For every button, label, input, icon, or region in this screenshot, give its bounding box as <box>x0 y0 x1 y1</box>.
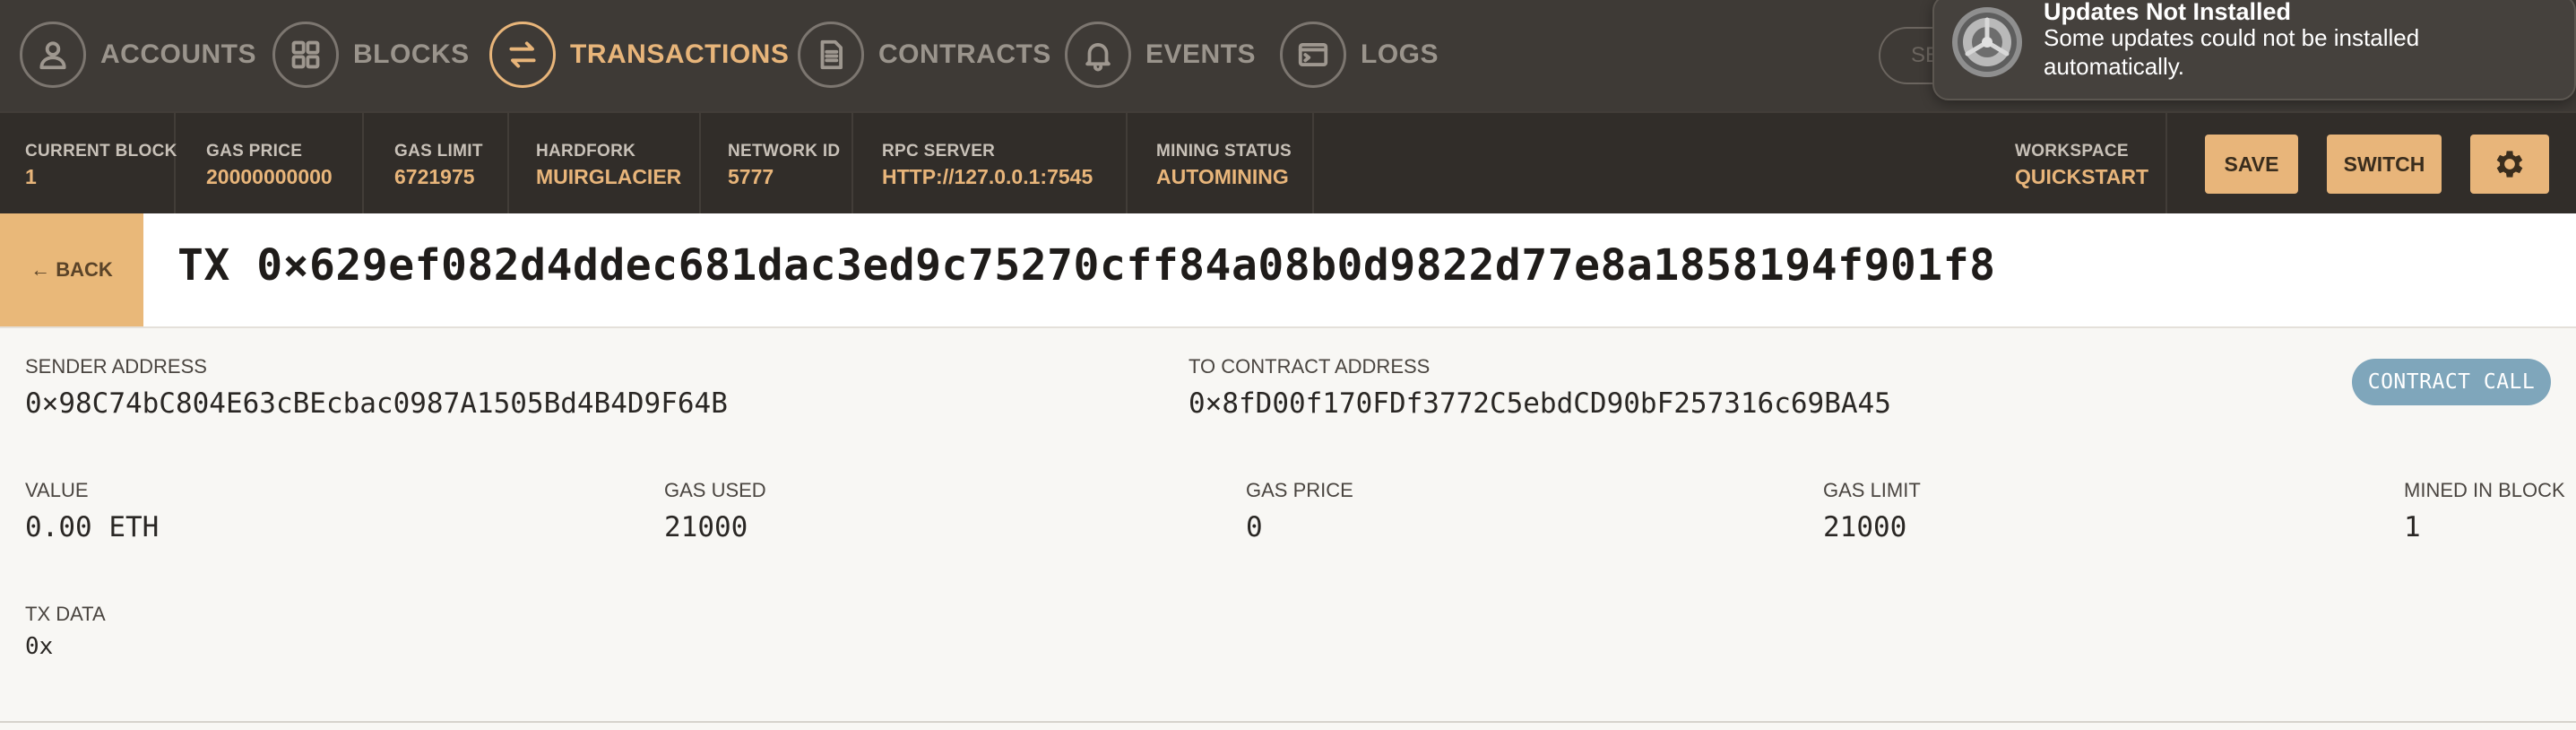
gas-limit-value: 21000 <box>1823 511 1907 543</box>
person-icon <box>20 22 86 88</box>
page-title: TX 0×629ef082d4ddec681dac3ed9c75270cff84… <box>177 240 1996 291</box>
settings-button[interactable] <box>2470 135 2549 194</box>
system-preferences-gear-icon <box>1952 7 2022 77</box>
transaction-title-bar: ← BACK TX 0×629ef082d4ddec681dac3ed9c752… <box>0 213 2576 328</box>
stat-label: WORKSPACE <box>2015 142 2129 161</box>
gas-price-label: GAS PRICE <box>1246 479 1353 501</box>
bell-icon <box>1065 22 1131 88</box>
value-label: VALUE <box>25 479 89 501</box>
stat-value: QUICKSTART <box>2015 165 2149 188</box>
save-button[interactable]: SAVE <box>2205 135 2298 194</box>
gas-used-label: GAS USED <box>664 479 766 501</box>
update-notification[interactable]: Updates Not Installed Some updates could… <box>1932 0 2576 100</box>
nav-blocks[interactable]: BLOCKS <box>272 22 470 88</box>
back-button[interactable]: ← BACK <box>0 213 143 326</box>
stat-value: 1 <box>25 165 37 188</box>
stat-mining-status: MINING STATUS AUTOMINING <box>1128 113 1314 215</box>
tx-data-value: 0x <box>25 633 54 660</box>
stat-label: GAS LIMIT <box>394 142 483 161</box>
status-bar: CURRENT BLOCK 1 GAS PRICE 20000000000 GA… <box>0 111 2576 215</box>
stat-label: CURRENT BLOCK <box>25 142 177 161</box>
nav-events[interactable]: EVENTS <box>1065 22 1256 88</box>
terminal-icon <box>1280 22 1346 88</box>
mined-in-block-block: MINED IN BLOCK 1 <box>2404 479 2565 543</box>
stat-current-block: CURRENT BLOCK 1 <box>0 113 177 215</box>
nav-events-label: EVENTS <box>1145 39 1257 69</box>
nav-transactions-label: TRANSACTIONS <box>570 39 790 69</box>
stat-value: HTTP://127.0.0.1:7545 <box>882 165 1094 188</box>
stat-value: 6721975 <box>394 165 475 188</box>
nav-logs-label: LOGS <box>1361 39 1439 69</box>
to-contract-address-value: 0×8fD00f170FDf3772C5ebdCD90bF257316c69BA… <box>1189 387 1891 420</box>
stat-label: GAS PRICE <box>206 142 303 161</box>
stat-value: MUIRGLACIER <box>536 165 682 188</box>
stat-label: MINING STATUS <box>1156 142 1292 161</box>
nav-contracts-label: CONTRACTS <box>878 39 1051 69</box>
to-contract-address-label: TO CONTRACT ADDRESS <box>1189 355 1431 378</box>
mined-in-block-label: MINED IN BLOCK <box>2404 479 2565 501</box>
switch-button[interactable]: SWITCH <box>2327 135 2442 194</box>
tx-data-label: TX DATA <box>25 603 106 625</box>
stat-value: 20000000000 <box>206 165 333 188</box>
sender-address-value: 0×98C74bC804E63cBEcbac0987A1505Bd4B4D9F6… <box>25 387 728 420</box>
nav-logs[interactable]: LOGS <box>1280 22 1439 88</box>
sender-address-block: SENDER ADDRESS 0×98C74bC804E63cBEcbac098… <box>25 355 728 420</box>
stat-label: RPC SERVER <box>882 142 996 161</box>
sender-address-label: SENDER ADDRESS <box>25 355 207 378</box>
stat-hardfork: HARDFORK MUIRGLACIER <box>509 113 701 215</box>
stat-gas-price: GAS PRICE 20000000000 <box>176 113 364 215</box>
nav-accounts-label: ACCOUNTS <box>100 39 256 69</box>
gas-used-block: GAS USED 21000 <box>664 479 766 543</box>
mined-in-block-value: 1 <box>2404 511 2421 543</box>
gear-icon <box>2496 151 2523 178</box>
divider <box>0 721 2576 723</box>
gas-used-value: 21000 <box>664 511 748 543</box>
notification-title: Updates Not Installed <box>2044 0 2292 25</box>
nav-transactions[interactable]: TRANSACTIONS <box>489 22 789 88</box>
swap-arrows-icon <box>489 22 556 88</box>
tx-data-block: TX DATA 0x <box>25 603 106 660</box>
stat-label: HARDFORK <box>536 142 636 161</box>
nav-accounts[interactable]: ACCOUNTS <box>20 22 256 88</box>
value-block: VALUE 0.00 ETH <box>25 479 159 543</box>
document-icon <box>798 22 864 88</box>
grid-icon <box>272 22 339 88</box>
stat-label: NETWORK ID <box>728 142 841 161</box>
stat-rpc-server: RPC SERVER HTTP://127.0.0.1:7545 <box>853 113 1128 215</box>
stat-workspace: WORKSPACE QUICKSTART <box>1988 113 2167 215</box>
gas-limit-label: GAS LIMIT <box>1823 479 1921 501</box>
gas-price-block: GAS PRICE 0 <box>1246 479 1353 543</box>
nav-blocks-label: BLOCKS <box>353 39 470 69</box>
stat-gas-limit: GAS LIMIT 6721975 <box>364 113 509 215</box>
value-value: 0.00 ETH <box>25 511 160 543</box>
stat-value: 5777 <box>728 165 774 188</box>
notification-body: Some updates could not be installed auto… <box>2044 24 2420 80</box>
nav-contracts[interactable]: CONTRACTS <box>798 22 1051 88</box>
gas-limit-block: GAS LIMIT 21000 <box>1823 479 1921 543</box>
stat-network-id: NETWORK ID 5777 <box>701 113 853 215</box>
to-contract-address-block: TO CONTRACT ADDRESS 0×8fD00f170FDf3772C5… <box>1189 355 1891 420</box>
stat-value: AUTOMINING <box>1156 165 1289 188</box>
gas-price-value: 0 <box>1246 511 1263 543</box>
contract-call-badge[interactable]: CONTRACT CALL <box>2352 359 2551 405</box>
